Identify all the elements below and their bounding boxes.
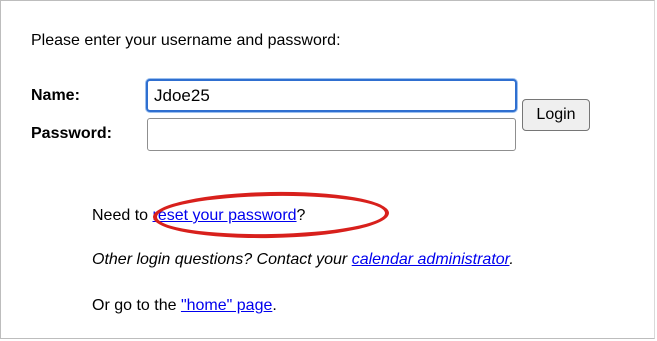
login-prompt: Please enter your username and password:: [31, 32, 341, 49]
calendar-administrator-link[interactable]: calendar administrator: [352, 251, 510, 268]
home-prefix-text: Or go to the: [92, 297, 181, 314]
password-label: Password:: [31, 125, 112, 142]
other-questions-line: Other login questions? Contact your cale…: [92, 251, 514, 269]
reset-password-line: Need to reset your password?: [92, 207, 305, 225]
other-prefix-text: Other login questions? Contact your: [92, 251, 352, 268]
other-suffix-text: .: [509, 251, 514, 268]
reset-suffix-text: ?: [296, 207, 306, 224]
name-label: Name:: [31, 87, 80, 104]
password-input[interactable]: [147, 118, 516, 151]
reset-password-link[interactable]: reset your password: [152, 207, 296, 224]
reset-prefix-text: Need to: [92, 207, 153, 224]
login-button[interactable]: Login: [522, 99, 590, 131]
login-panel: Please enter your username and password:…: [0, 0, 655, 339]
username-input[interactable]: [146, 79, 517, 112]
home-page-line: Or go to the "home" page.: [92, 297, 277, 315]
home-suffix-text: .: [272, 297, 277, 314]
home-page-link[interactable]: "home" page: [181, 297, 272, 314]
